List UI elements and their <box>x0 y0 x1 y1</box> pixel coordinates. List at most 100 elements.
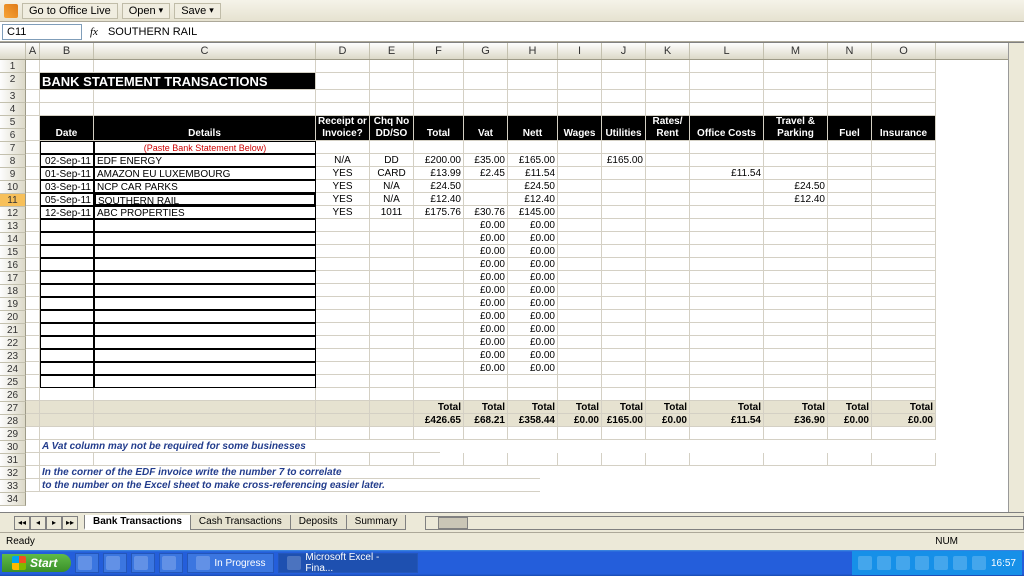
cell[interactable] <box>828 362 872 375</box>
cell[interactable] <box>872 258 936 271</box>
cell[interactable]: YES <box>316 206 370 219</box>
cell[interactable] <box>558 427 602 440</box>
taskbar-item[interactable] <box>131 553 155 573</box>
cell[interactable] <box>872 206 936 219</box>
cell[interactable] <box>316 362 370 375</box>
cell[interactable] <box>26 116 40 141</box>
cell[interactable] <box>370 375 414 388</box>
cell[interactable] <box>558 232 602 245</box>
cell[interactable]: £11.54 <box>690 167 764 180</box>
cell[interactable] <box>602 73 646 90</box>
cell[interactable] <box>508 427 558 440</box>
cell[interactable]: EDF ENERGY <box>94 154 316 167</box>
cell[interactable] <box>872 336 936 349</box>
cell[interactable] <box>26 232 40 245</box>
cell[interactable] <box>764 103 828 116</box>
cell[interactable] <box>646 90 690 103</box>
cell[interactable] <box>764 388 828 401</box>
cell[interactable] <box>828 103 872 116</box>
cell[interactable] <box>764 349 828 362</box>
col-header-I[interactable]: I <box>558 43 602 59</box>
cell[interactable] <box>94 258 316 271</box>
cell[interactable]: CARD <box>370 167 414 180</box>
cell[interactable]: £0.00 <box>508 284 558 297</box>
row-header-14[interactable]: 14 <box>0 233 26 246</box>
cell[interactable] <box>94 453 316 466</box>
row-header-29[interactable]: 29 <box>0 428 26 441</box>
cell[interactable] <box>370 453 414 466</box>
cell[interactable] <box>414 284 464 297</box>
cell[interactable] <box>558 193 602 206</box>
cell[interactable] <box>94 323 316 336</box>
cell[interactable] <box>690 103 764 116</box>
cell[interactable] <box>872 323 936 336</box>
cell[interactable] <box>464 388 508 401</box>
cell[interactable] <box>40 271 94 284</box>
cell[interactable] <box>558 245 602 258</box>
instruction-note[interactable]: to the number on the Excel sheet to make… <box>40 479 540 492</box>
row-header-12[interactable]: 12 <box>0 207 26 220</box>
cell[interactable] <box>26 323 40 336</box>
cell[interactable] <box>508 103 558 116</box>
cell[interactable] <box>764 284 828 297</box>
cell[interactable]: 03-Sep-11 <box>40 180 94 193</box>
cell[interactable] <box>558 206 602 219</box>
cell[interactable] <box>94 271 316 284</box>
cell[interactable] <box>764 206 828 219</box>
clock[interactable]: 16:57 <box>991 558 1016 569</box>
cell[interactable] <box>828 427 872 440</box>
taskbar-item[interactable]: Microsoft Excel - Fina... <box>278 553 418 573</box>
cell[interactable]: £0.00 <box>464 232 508 245</box>
cell[interactable] <box>764 219 828 232</box>
cell[interactable] <box>646 310 690 323</box>
cell[interactable] <box>40 219 94 232</box>
cell[interactable] <box>464 73 508 90</box>
cell[interactable]: YES <box>316 180 370 193</box>
total-office[interactable]: £11.54 <box>690 414 764 427</box>
cell[interactable] <box>40 388 94 401</box>
cell[interactable] <box>26 414 40 427</box>
cell[interactable]: Total <box>602 401 646 414</box>
row-header-11[interactable]: 11 <box>0 194 26 207</box>
cell[interactable] <box>602 103 646 116</box>
cell[interactable] <box>558 90 602 103</box>
cell[interactable] <box>414 60 464 73</box>
col-header-M[interactable]: M <box>764 43 828 59</box>
taskbar-item[interactable] <box>75 553 99 573</box>
cell[interactable]: £175.76 <box>414 206 464 219</box>
cell[interactable] <box>316 258 370 271</box>
cell[interactable] <box>828 336 872 349</box>
total-vat[interactable]: £68.21 <box>464 414 508 427</box>
row-header-28[interactable]: 28 <box>0 415 26 428</box>
cell[interactable] <box>94 375 316 388</box>
cell[interactable] <box>94 245 316 258</box>
cell[interactable]: £0.00 <box>508 310 558 323</box>
row-header-4[interactable]: 4 <box>0 103 26 116</box>
cell[interactable] <box>26 453 40 466</box>
cell[interactable]: Total <box>508 401 558 414</box>
cell[interactable] <box>94 219 316 232</box>
cell[interactable] <box>828 323 872 336</box>
cell[interactable] <box>602 180 646 193</box>
cell[interactable]: N/A <box>316 154 370 167</box>
cell[interactable] <box>414 388 464 401</box>
sheet-tab[interactable]: Summary <box>346 515 407 530</box>
cell[interactable] <box>370 73 414 90</box>
cell[interactable] <box>26 362 40 375</box>
cell[interactable] <box>26 258 40 271</box>
taskbar-item[interactable] <box>103 553 127 573</box>
cell[interactable]: £0.00 <box>508 219 558 232</box>
cell[interactable] <box>26 206 40 219</box>
cell[interactable] <box>764 297 828 310</box>
spreadsheet-grid[interactable]: ABCDEFGHIJKLMNO 123456789101112131415161… <box>0 42 1024 512</box>
col-header-L[interactable]: L <box>690 43 764 59</box>
header-cell[interactable]: Travel & Parking <box>764 116 828 141</box>
cell[interactable]: 05-Sep-11 <box>40 193 94 206</box>
cell[interactable] <box>414 245 464 258</box>
cell[interactable] <box>370 388 414 401</box>
row-header-19[interactable]: 19 <box>0 298 26 311</box>
cell[interactable]: £12.40 <box>414 193 464 206</box>
cell[interactable] <box>602 90 646 103</box>
tray-icon[interactable] <box>915 556 929 570</box>
tray-icon[interactable] <box>972 556 986 570</box>
